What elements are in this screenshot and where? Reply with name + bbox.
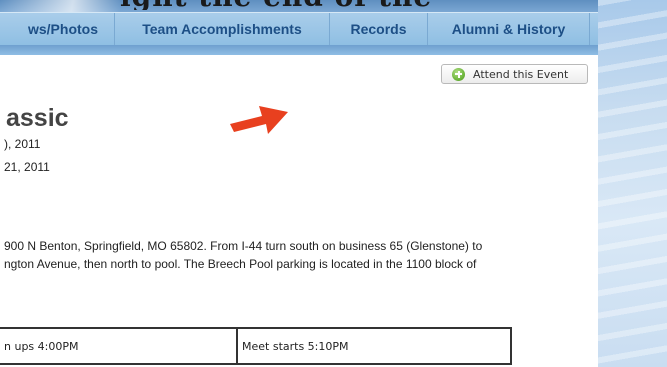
nav-alumni-history[interactable]: Alumni & History bbox=[428, 13, 590, 45]
nav-underbar bbox=[0, 45, 598, 55]
right-background-strip bbox=[598, 0, 667, 367]
event-title: assic bbox=[6, 104, 69, 132]
event-start-date: ), 2011 bbox=[4, 137, 41, 151]
nav-team-accomplishments[interactable]: Team Accomplishments bbox=[115, 13, 330, 45]
event-location: 900 N Benton, Springfield, MO 65802. Fro… bbox=[4, 237, 594, 273]
banner-heading: ight the end of the bbox=[120, 0, 432, 10]
event-end-date: 21, 2011 bbox=[4, 160, 50, 174]
main-nav: ws/Photos Team Accomplishments Records A… bbox=[0, 12, 598, 46]
schedule-table: n ups 4:00PM Meet starts 5:10PM bbox=[0, 327, 512, 365]
attend-event-button[interactable]: Attend this Event bbox=[441, 64, 588, 84]
event-content: Attend this Event assic ), 2011 21, 2011… bbox=[0, 55, 598, 367]
location-line-2: ngton Avenue, then north to pool. The Br… bbox=[4, 257, 477, 271]
plus-circle-icon bbox=[452, 67, 465, 81]
attend-event-label: Attend this Event bbox=[473, 67, 569, 81]
meet-start-cell: Meet starts 5:10PM bbox=[242, 339, 349, 353]
red-arrow-icon bbox=[230, 106, 288, 134]
location-line-1: 900 N Benton, Springfield, MO 65802. Fro… bbox=[4, 239, 483, 253]
nav-news-photos[interactable]: ws/Photos bbox=[0, 13, 115, 45]
nav-records[interactable]: Records bbox=[330, 13, 428, 45]
warmups-cell: n ups 4:00PM bbox=[0, 329, 238, 363]
